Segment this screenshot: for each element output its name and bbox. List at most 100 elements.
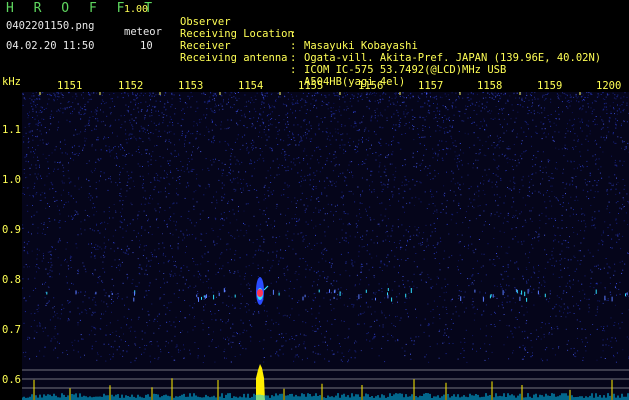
noise-pixel xyxy=(598,268,600,270)
noise-pixel xyxy=(611,337,613,339)
noise-pixel xyxy=(282,315,284,317)
noise-pixel xyxy=(621,104,623,106)
noise-pixel xyxy=(212,111,214,113)
noise-pixel xyxy=(392,302,394,304)
noise-pixel xyxy=(391,335,392,336)
noise-pixel xyxy=(71,113,73,115)
noise-pixel xyxy=(184,197,186,199)
noise-pixel xyxy=(366,214,368,216)
noise-pixel xyxy=(580,109,582,111)
noise-pixel xyxy=(335,156,337,158)
noise-pixel xyxy=(307,163,309,165)
noise-pixel xyxy=(115,153,117,155)
noise-pixel xyxy=(280,139,282,141)
noise-pixel xyxy=(601,177,603,179)
noise-pixel xyxy=(152,151,154,153)
noise-pixel xyxy=(60,313,62,315)
noise-pixel xyxy=(556,326,558,328)
noise-pixel xyxy=(39,322,40,324)
noise-pixel xyxy=(144,114,146,116)
noise-pixel xyxy=(582,165,583,167)
noise-pixel xyxy=(156,179,158,181)
noise-pixel xyxy=(41,192,43,194)
noise-pixel xyxy=(501,108,503,109)
noise-pixel xyxy=(545,323,546,325)
noise-pixel xyxy=(562,202,564,204)
noise-pixel xyxy=(595,283,597,285)
noise-pixel xyxy=(252,242,254,244)
noise-pixel xyxy=(159,122,160,124)
noise-pixel xyxy=(164,187,166,189)
noise-pixel xyxy=(428,277,430,279)
noise-pixel xyxy=(493,259,495,260)
noise-pixel xyxy=(145,269,147,271)
noise-pixel xyxy=(475,153,477,154)
noise-pixel xyxy=(428,361,430,363)
noise-pixel xyxy=(526,311,528,313)
noise-pixel xyxy=(456,162,458,164)
noise-pixel xyxy=(53,297,55,299)
noise-pixel xyxy=(150,93,152,95)
noise-pixel xyxy=(195,264,197,266)
noise-pixel xyxy=(439,113,441,115)
noise-pixel xyxy=(559,310,561,312)
noise-pixel xyxy=(555,162,557,163)
noise-pixel xyxy=(487,243,489,245)
noise-pixel xyxy=(475,191,477,193)
noise-pixel xyxy=(459,208,461,210)
noise-pixel xyxy=(444,332,446,334)
noise-pixel xyxy=(287,121,289,123)
noise-pixel xyxy=(314,244,316,246)
noise-pixel xyxy=(502,140,504,142)
noise-pixel xyxy=(248,265,250,267)
noise-pixel xyxy=(201,319,203,321)
noise-pixel xyxy=(437,110,439,112)
noise-pixel xyxy=(318,312,320,314)
noise-pixel xyxy=(507,266,509,268)
noise-pixel xyxy=(39,139,41,141)
noise-pixel xyxy=(484,129,486,130)
noise-pixel xyxy=(27,113,29,115)
noise-pixel xyxy=(448,116,450,118)
noise-pixel xyxy=(498,138,500,140)
noise-pixel xyxy=(341,139,343,141)
noise-pixel xyxy=(70,255,71,257)
noise-pixel xyxy=(401,246,403,248)
noise-pixel xyxy=(202,281,204,283)
noise-pixel xyxy=(350,190,352,192)
noise-pixel xyxy=(122,236,124,238)
noise-pixel xyxy=(326,177,328,179)
noise-pixel xyxy=(214,109,216,111)
noise-pixel xyxy=(402,197,404,199)
noise-pixel xyxy=(126,296,128,298)
noise-pixel xyxy=(415,336,417,338)
noise-pixel xyxy=(458,315,460,317)
noise-pixel xyxy=(214,111,216,113)
noise-pixel xyxy=(202,210,204,212)
noise-pixel xyxy=(428,323,430,325)
noise-pixel xyxy=(276,351,278,353)
noise-pixel xyxy=(404,350,406,352)
noise-pixel xyxy=(300,137,302,139)
noise-pixel xyxy=(443,149,445,151)
noise-pixel xyxy=(557,328,559,330)
noise-pixel xyxy=(424,136,426,138)
noise-pixel xyxy=(475,159,477,161)
noise-pixel xyxy=(258,249,260,251)
noise-pixel xyxy=(438,330,440,332)
noise-pixel xyxy=(327,108,329,110)
noise-pixel xyxy=(153,177,155,179)
noise-pixel xyxy=(100,149,102,151)
noise-pixel xyxy=(533,268,535,270)
noise-pixel xyxy=(300,139,302,141)
noise-pixel xyxy=(473,163,474,165)
noise-pixel xyxy=(398,124,400,125)
noise-pixel xyxy=(484,169,486,171)
noise-pixel xyxy=(326,157,328,159)
noise-pixel xyxy=(385,239,387,241)
noise-pixel xyxy=(214,313,216,315)
noise-pixel xyxy=(342,133,344,135)
noise-pixel xyxy=(259,125,261,127)
noise-pixel xyxy=(388,100,390,102)
noise-pixel xyxy=(573,231,575,233)
